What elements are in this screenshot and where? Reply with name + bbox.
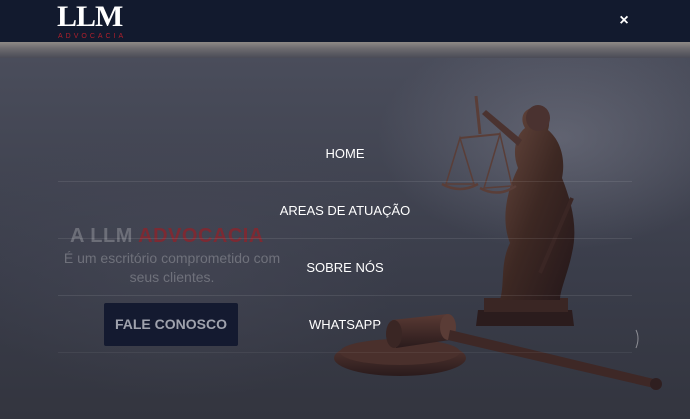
site-header: LLM ADVOCACIA ×: [0, 0, 690, 42]
overlay-menu: HOME AREAS DE ATUAÇÃO SOBRE NÓS WHATSAPP: [58, 126, 632, 353]
menu-item-home[interactable]: HOME: [58, 126, 632, 182]
logo[interactable]: LLM ADVOCACIA: [57, 2, 133, 42]
menu-item-about[interactable]: SOBRE NÓS: [58, 240, 632, 296]
header-divider: [0, 42, 690, 58]
logo-subtext: ADVOCACIA: [58, 33, 127, 40]
logo-text: LLM: [57, 0, 123, 33]
menu-item-whatsapp[interactable]: WHATSAPP: [58, 297, 632, 353]
close-menu-icon[interactable]: ×: [614, 11, 634, 31]
menu-item-areas[interactable]: AREAS DE ATUAÇÃO: [58, 183, 632, 239]
